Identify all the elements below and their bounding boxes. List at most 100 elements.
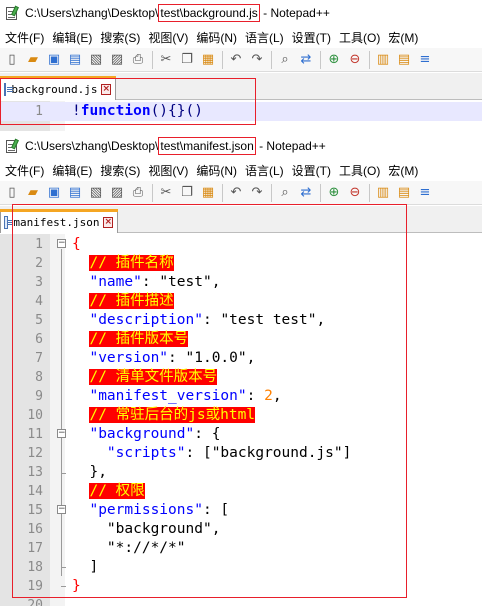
redo-icon[interactable]: ↷ <box>247 50 267 70</box>
find-icon[interactable]: ⌕ <box>275 183 295 203</box>
close-icon[interactable]: ▧ <box>86 183 106 203</box>
code-line[interactable]: 14 // 权限 <box>0 482 482 501</box>
tab-close-icon[interactable]: × <box>103 217 113 228</box>
code-line[interactable]: 8 // 清单文件版本号 <box>0 368 482 387</box>
sync-vertical-icon[interactable]: ▥ <box>373 50 393 70</box>
menu-item-8[interactable]: 宏(M) <box>385 29 418 46</box>
zoom-in-icon[interactable]: ⊕ <box>324 183 344 203</box>
cut-icon[interactable]: ✂ <box>156 50 176 70</box>
new-file-icon[interactable]: ▯ <box>2 183 22 203</box>
print-icon[interactable]: ⎙ <box>128 183 148 203</box>
find-icon[interactable]: ⌕ <box>275 50 295 70</box>
paste-icon[interactable]: ▦ <box>198 50 218 70</box>
tab-close-icon[interactable]: × <box>101 84 111 95</box>
code-line[interactable]: 6 // 插件版本号 <box>0 330 482 349</box>
save-icon[interactable]: ▣ <box>44 183 64 203</box>
word-wrap-icon[interactable]: ≡ <box>415 50 435 70</box>
window-title: C:\Users\zhang\Desktop\ test\manifest.jso… <box>25 137 326 155</box>
code-line[interactable]: 1{ <box>0 235 482 254</box>
undo-icon[interactable]: ↶ <box>226 50 246 70</box>
menu-item-3[interactable]: 视图(V) <box>145 29 193 46</box>
undo-icon[interactable]: ↶ <box>226 183 246 203</box>
code-line[interactable]: 15 "permissions": [ <box>0 501 482 520</box>
open-file-icon[interactable]: ▰ <box>23 183 43 203</box>
menu-item-7[interactable]: 工具(O) <box>336 162 385 179</box>
menu-item-5[interactable]: 语言(L) <box>242 29 289 46</box>
menu-item-2[interactable]: 搜索(S) <box>97 162 145 179</box>
code-line[interactable]: 9 "manifest_version": 2, <box>0 387 482 406</box>
tab-background-js[interactable]: background.js × <box>0 76 116 100</box>
code-line[interactable]: 18 ] <box>0 558 482 577</box>
sync-horizontal-icon[interactable]: ▤ <box>394 50 414 70</box>
menu-bar: 文件(F) 编辑(E) 搜索(S) 视图(V) 编码(N) 语言(L) 设置(T) 工具(O)… <box>0 159 482 181</box>
window-title: C:\Users\zhang\Desktop\ test\background.j… <box>25 4 330 22</box>
code-token: : <box>202 312 221 328</box>
open-file-icon[interactable]: ▰ <box>23 50 43 70</box>
copy-icon[interactable]: ❐ <box>177 183 197 203</box>
code-line[interactable]: 1 !function(){}() <box>0 102 482 121</box>
editor-area[interactable]: − − − 1{2 // 插件名称 3 "name": "test", 4 // 插… <box>0 234 482 606</box>
word-wrap-icon[interactable]: ≡ <box>415 183 435 203</box>
menu-item-6[interactable]: 设置(T) <box>289 29 336 46</box>
cut-icon[interactable]: ✂ <box>156 183 176 203</box>
line-number: 13 <box>27 465 43 480</box>
code-line[interactable]: 2 // 插件名称 <box>0 254 482 273</box>
menu-item-8[interactable]: 宏(M) <box>385 162 418 179</box>
code-token: (){}() <box>150 103 203 119</box>
save-all-icon[interactable]: ▤ <box>65 183 85 203</box>
sync-vertical-icon[interactable]: ▥ <box>373 183 393 203</box>
redo-icon[interactable]: ↷ <box>247 183 267 203</box>
code-line[interactable]: 11 "background": { <box>0 425 482 444</box>
code-line[interactable]: 20 <box>0 596 482 606</box>
menu-item-7[interactable]: 工具(O) <box>336 29 385 46</box>
code-line[interactable]: 10 // 常驻后台的js或html <box>0 406 482 425</box>
code-line[interactable]: 5 "description": "test test", <box>0 311 482 330</box>
title-path-prefix: C:\Users\zhang\Desktop\ <box>25 139 159 153</box>
zoom-out-icon[interactable]: ⊖ <box>345 50 365 70</box>
editor-area[interactable]: 1 !function(){}() <box>0 101 482 131</box>
menu-item-2[interactable]: 搜索(S) <box>97 29 145 46</box>
menu-item-1[interactable]: 编辑(E) <box>49 29 97 46</box>
code-line[interactable]: 12 "scripts": ["background.js"] <box>0 444 482 463</box>
menu-item-0[interactable]: 文件(F) <box>2 162 49 179</box>
code-line[interactable]: 7 "version": "1.0.0", <box>0 349 482 368</box>
code-token: , <box>211 274 221 290</box>
close-all-icon[interactable]: ▨ <box>107 183 127 203</box>
new-file-icon[interactable]: ▯ <box>2 50 22 70</box>
replace-icon[interactable]: ⇄ <box>296 50 316 70</box>
code-line[interactable]: 4 // 插件描述 <box>0 292 482 311</box>
code-token: "background" <box>106 521 212 537</box>
code-line[interactable]: 17 "*://*/*" <box>0 539 482 558</box>
close-icon[interactable]: ▧ <box>86 50 106 70</box>
code-line[interactable]: 19} <box>0 577 482 596</box>
code-line[interactable]: 13 }, <box>0 463 482 482</box>
zoom-out-icon[interactable]: ⊖ <box>345 183 365 203</box>
print-icon[interactable]: ⎙ <box>128 50 148 70</box>
menu-item-4[interactable]: 编码(N) <box>193 29 242 46</box>
menu-item-0[interactable]: 文件(F) <box>2 29 49 46</box>
code-token: : ["background.js"] <box>185 445 352 461</box>
close-all-icon[interactable]: ▨ <box>107 50 127 70</box>
zoom-in-icon[interactable]: ⊕ <box>324 50 344 70</box>
menu-item-5[interactable]: 语言(L) <box>242 162 289 179</box>
menu-item-6[interactable]: 设置(T) <box>289 162 336 179</box>
menu-item-3[interactable]: 视图(V) <box>145 162 193 179</box>
code-line[interactable]: 3 "name": "test", <box>0 273 482 292</box>
save-all-icon[interactable]: ▤ <box>65 50 85 70</box>
copy-icon[interactable]: ❐ <box>177 50 197 70</box>
replace-icon[interactable]: ⇄ <box>296 183 316 203</box>
code-token: "description" <box>89 312 203 328</box>
menu-item-4[interactable]: 编码(N) <box>193 162 242 179</box>
code-line[interactable]: 16 "background", <box>0 520 482 539</box>
line-number: 6 <box>35 332 43 347</box>
code-token: } <box>72 578 81 594</box>
tab-manifest-json[interactable]: manifest.json × <box>0 209 118 233</box>
save-icon[interactable]: ▣ <box>44 50 64 70</box>
menu-item-1[interactable]: 编辑(E) <box>49 162 97 179</box>
paste-icon[interactable]: ▦ <box>198 183 218 203</box>
sync-horizontal-icon[interactable]: ▤ <box>394 183 414 203</box>
